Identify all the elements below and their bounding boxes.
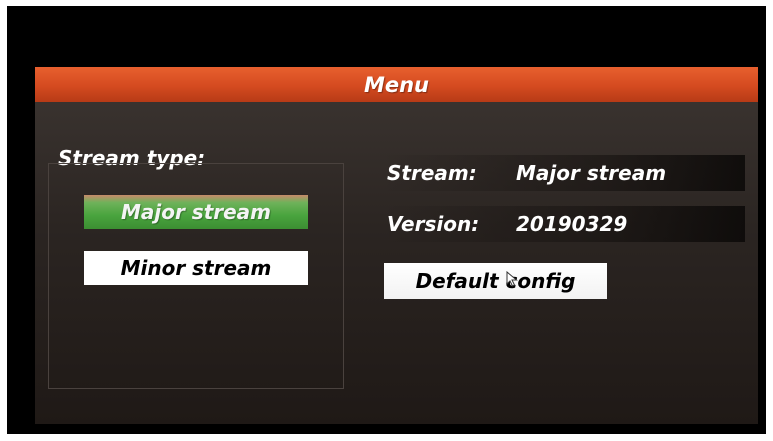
menu-header: Menu	[35, 67, 758, 102]
major-stream-option[interactable]: Major stream	[84, 195, 308, 229]
stream-info-row: Stream: Major stream	[383, 155, 745, 191]
version-value: 20190329	[516, 212, 628, 236]
stream-label: Stream:	[387, 161, 477, 185]
minor-stream-option[interactable]: Minor stream	[84, 251, 308, 285]
screen: Menu Stream type: Major stream Minor str…	[7, 6, 766, 434]
version-label: Version:	[387, 212, 480, 236]
mouse-pointer-icon	[506, 271, 518, 287]
menu-panel: Menu Stream type: Major stream Minor str…	[35, 67, 758, 424]
version-info-row: Version: 20190329	[383, 206, 745, 242]
default-config-button[interactable]: Default config	[384, 263, 607, 299]
stream-value: Major stream	[516, 161, 667, 185]
menu-title: Menu	[363, 72, 430, 97]
